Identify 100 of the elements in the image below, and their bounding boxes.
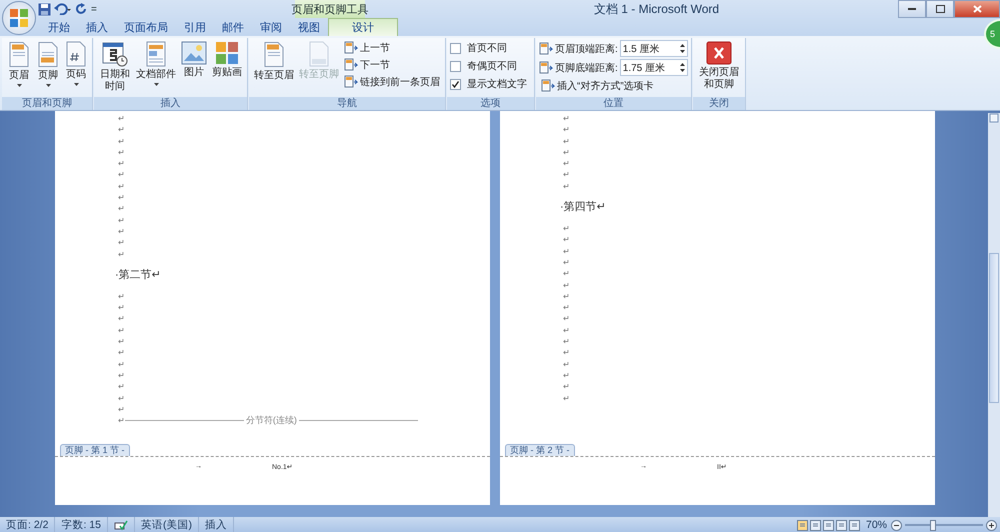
spinner-field[interactable]: 1.75 厘米 xyxy=(620,59,688,76)
minimize-button[interactable] xyxy=(898,0,926,18)
ribbon-tab[interactable]: 页面布局 xyxy=(116,18,176,36)
group-label: 插入 xyxy=(94,97,247,110)
spin-arrows-icon[interactable] xyxy=(680,43,685,54)
paragraph-mark: ↵ xyxy=(118,248,125,260)
office-button[interactable] xyxy=(2,1,36,35)
paragraph-mark: ↵ xyxy=(563,313,570,325)
ribbon-button[interactable]: 页眉 xyxy=(5,40,33,97)
view-mode-icon[interactable] xyxy=(836,520,847,530)
ribbon-tab[interactable]: 开始 xyxy=(40,18,78,36)
link-icon xyxy=(344,75,358,88)
heading-text: ·第四节↵ xyxy=(560,201,606,214)
spinner-label: 页脚底端距离: xyxy=(555,62,618,74)
paragraph-mark: ↵ xyxy=(118,136,125,147)
checkbox-label[interactable]: 首页不同 xyxy=(467,41,507,55)
header-position-icon xyxy=(539,61,553,74)
ribbon-tab[interactable]: 审阅 xyxy=(252,18,290,36)
paragraph-mark: ↵ xyxy=(118,237,125,249)
proofing-icon[interactable] xyxy=(114,520,128,530)
go-to-header-icon xyxy=(262,41,286,68)
paragraph-mark: ↵ xyxy=(563,169,570,181)
ribbon-button[interactable]: 转至页眉 xyxy=(252,40,296,97)
paragraph-mark: ↵ xyxy=(563,302,570,314)
ribbon-tab[interactable]: 插入 xyxy=(78,18,116,36)
ribbon-button[interactable]: 关闭页眉和页脚 xyxy=(696,40,742,97)
paragraph-mark: ↵ xyxy=(118,169,125,181)
caret-icon xyxy=(74,83,78,86)
paragraph-mark: ↵ xyxy=(563,113,570,124)
paragraph-mark: ↵ xyxy=(118,370,125,382)
save-icon[interactable] xyxy=(38,2,51,16)
ribbon-button[interactable]: 图片 xyxy=(179,40,209,97)
ribbon-button[interactable]: 剪贴画 xyxy=(210,40,244,97)
paragraph-mark: ↵ xyxy=(118,180,125,192)
zoom-in-button[interactable] xyxy=(986,520,1000,530)
status-badge: 5 xyxy=(984,19,1000,49)
view-mode-icon[interactable] xyxy=(822,520,834,530)
ribbon-button[interactable]: 文档部件 xyxy=(134,40,178,97)
zoom-level[interactable]: 70% xyxy=(866,519,891,531)
picture-icon xyxy=(181,41,207,65)
paragraph-mark: ↵ xyxy=(118,415,125,426)
ribbon-button[interactable]: 页脚 xyxy=(34,40,62,97)
paragraph-mark: ↵ xyxy=(563,158,570,170)
group-label: 选项 xyxy=(447,97,534,110)
document-parts-icon xyxy=(145,41,167,67)
paragraph-mark: ↵ xyxy=(563,280,570,291)
view-mode-icon[interactable] xyxy=(796,520,808,530)
ribbon-button[interactable]: 日期和时间 xyxy=(97,40,133,97)
ribbon-button[interactable]: 链接到前一条页眉 xyxy=(342,74,442,89)
ribbon-button[interactable]: 上一节 xyxy=(342,40,442,55)
paragraph-mark: ↵ xyxy=(563,392,570,404)
ribbon-button[interactable]: 插入“对齐方式”选项卡 xyxy=(539,78,688,93)
checkbox[interactable] xyxy=(450,42,461,54)
paragraph-mark: ↵ xyxy=(563,256,570,268)
paragraph-mark: ↵ xyxy=(118,324,125,336)
ribbon-tab[interactable]: 引用 xyxy=(176,18,214,36)
paragraph-mark: ↵ xyxy=(563,347,570,359)
ribbon-tab[interactable]: 视图 xyxy=(290,18,328,36)
ribbon-button[interactable]: 下一节 xyxy=(342,57,442,72)
paragraph-mark: ↵ xyxy=(563,268,570,280)
paragraph-mark: ↵ xyxy=(563,180,570,192)
paragraph-mark: ↵ xyxy=(118,192,125,204)
spin-arrows-icon[interactable] xyxy=(680,62,685,73)
spinner-field[interactable]: 1.5 厘米 xyxy=(620,40,688,57)
vertical-scrollbar[interactable] xyxy=(988,113,1000,517)
zoom-slider-thumb[interactable] xyxy=(930,520,936,530)
checkbox-label[interactable]: 奇偶页不同 xyxy=(467,59,517,73)
view-mode-icon[interactable] xyxy=(848,520,860,530)
ribbon-tab[interactable]: 邮件 xyxy=(214,18,252,36)
view-mode-icon[interactable] xyxy=(810,520,821,530)
close-icon xyxy=(972,5,982,13)
close-button[interactable] xyxy=(954,0,1000,18)
paragraph-mark: ↵ xyxy=(118,226,125,238)
zoom-out-button[interactable] xyxy=(891,520,902,530)
checkbox-label[interactable]: 显示文档文字 xyxy=(467,77,527,91)
caret-icon xyxy=(46,84,50,87)
redo-icon[interactable] xyxy=(75,2,88,16)
next-section-icon xyxy=(344,58,358,71)
paragraph-mark: ↵ xyxy=(563,324,570,336)
group-label: 页眉和页脚 xyxy=(2,97,92,110)
language-indicator[interactable]: 英语(美国) xyxy=(134,517,199,532)
paragraph-mark: ↵ xyxy=(118,347,125,359)
ribbon-button[interactable]: 页码 xyxy=(63,40,89,97)
ruler-toggle-icon[interactable] xyxy=(989,113,999,123)
insert-mode-indicator[interactable]: 插入 xyxy=(198,517,234,532)
paragraph-mark: ↵ xyxy=(118,203,125,215)
page-count[interactable]: 页面: 2/2 xyxy=(0,517,56,532)
customize-toolbar-button[interactable]: = xyxy=(91,4,97,14)
checkbox[interactable] xyxy=(450,78,461,90)
word-count[interactable]: 字数: 15 xyxy=(55,517,108,532)
section-break-label: 分节符(连续) xyxy=(244,414,298,428)
paragraph-mark: ↵ xyxy=(118,158,125,170)
checkbox[interactable] xyxy=(450,60,461,72)
undo-icon[interactable] xyxy=(54,3,72,15)
restore-button[interactable] xyxy=(926,0,954,18)
caret-icon xyxy=(16,84,22,87)
ribbon-tab[interactable]: 设计 xyxy=(328,18,398,36)
group-label: 导航 xyxy=(249,97,445,110)
paragraph-mark: ↵ xyxy=(563,234,570,246)
paragraph-mark: ↵ xyxy=(563,381,570,393)
